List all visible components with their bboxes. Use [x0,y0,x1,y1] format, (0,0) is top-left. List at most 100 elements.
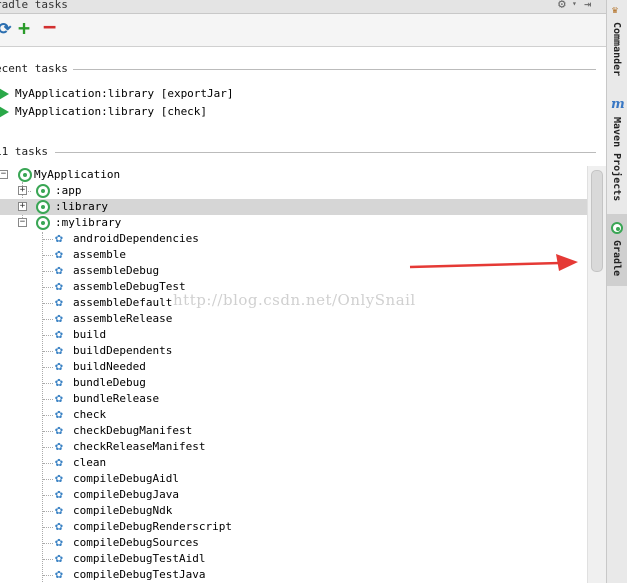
tree-task-item[interactable]: ✿ compileDebugRenderscript [0,519,587,535]
commander-icon: ♛ [612,5,619,16]
gradle-toolbar: ⟳ + − [0,14,606,47]
gradle-icon [36,216,50,230]
collapse-toggle[interactable]: − [18,218,27,227]
gradle-icon [18,168,32,182]
tree-task-item[interactable]: ✿ build [0,327,587,343]
tree-module-app[interactable]: + :app [0,183,587,199]
task-gear-icon: ✿ [55,391,63,406]
task-label: compileDebugRenderscript [73,520,232,533]
task-label: clean [73,456,107,469]
task-gear-icon: ✿ [55,279,63,294]
tab-commander[interactable]: ♛ Commander [607,0,627,90]
task-gear-icon: ✿ [55,487,63,502]
gradle-icon [36,200,50,214]
task-label: buildDependents [73,344,173,357]
vertical-scrollbar[interactable] [587,166,607,583]
tree-task-item[interactable]: ✿ checkReleaseManifest [0,439,587,455]
task-label: compileDebugAidl [73,472,179,485]
tree-task-item[interactable]: ✿ compileDebugSources [0,535,587,551]
tool-window-titlebar: radle tasks ⚙ ▾ ⇥ [0,0,606,14]
tree-task-item[interactable]: ✿ assembleRelease [0,311,587,327]
tree-task-item[interactable]: ✿ compileDebugTestAidl [0,551,587,567]
annotation-arrow [409,254,578,271]
tree-node-label: MyApplication [34,168,121,181]
gear-icon[interactable]: ⚙ [558,0,566,12]
tree-task-item[interactable]: ✿ compileDebugTestJava [0,567,587,583]
all-tasks-header: 11 tasks [0,145,596,159]
tree-task-item[interactable]: ✿ bundleRelease [0,391,587,407]
tree-task-item[interactable]: ✿ check [0,407,587,423]
expand-toggle[interactable]: + [18,202,27,211]
gradle-icon [611,222,623,234]
task-label: check [73,408,107,421]
task-gear-icon: ✿ [55,247,63,262]
refresh-icon[interactable]: ⟳ [0,19,11,38]
maven-icon: m [611,97,625,112]
tab-label: Maven Projects [611,117,622,202]
task-label: assemble [73,248,126,261]
add-project-icon[interactable]: + [18,16,30,40]
task-label: assembleDebug [73,264,160,277]
scrollbar-thumb[interactable] [591,170,603,272]
task-gear-icon: ✿ [55,295,63,310]
gradle-icon [36,184,50,198]
task-gear-icon: ✿ [55,327,63,342]
tree-node-label: :library [55,200,108,213]
tree-node-label: :mylibrary [55,216,122,229]
task-label: buildNeeded [73,360,146,373]
tree-module-mylibrary[interactable]: − :mylibrary [0,215,587,231]
task-label: bundleDebug [73,376,146,389]
tree-task-item[interactable]: ✿ compileDebugJava [0,487,587,503]
task-label: assembleDefault [73,296,173,309]
task-label: build [73,328,107,341]
tree-module-library[interactable]: + :library [0,199,587,215]
tree-task-item[interactable]: ✿ androidDependencies [0,231,587,247]
tree-task-item[interactable]: ✿ checkDebugManifest [0,423,587,439]
task-label: compileDebugJava [73,488,179,501]
tool-window-side-strip: ♛ Commander m Maven Projects Gradle [606,0,627,583]
task-gear-icon: ✿ [55,455,63,470]
chevron-down-icon[interactable]: ▾ [572,0,577,8]
task-gear-icon: ✿ [55,311,63,326]
task-label: assembleRelease [73,312,173,325]
recent-task-label: MyApplication:library [exportJar] [15,87,234,100]
task-gear-icon: ✿ [55,519,63,534]
task-gear-icon: ✿ [55,263,63,278]
task-gear-icon: ✿ [55,551,63,566]
tree-root-myapplication[interactable]: − MyApplication [0,167,587,183]
hide-panel-icon[interactable]: ⇥ [584,0,591,11]
tool-window-title: radle tasks [0,0,68,11]
tree-task-item[interactable]: ✿ buildDependents [0,343,587,359]
task-label: compileDebugNdk [73,504,173,517]
task-label: checkReleaseManifest [73,440,206,453]
task-label: compileDebugSources [73,536,199,549]
tab-label: Gradle [611,240,622,277]
play-icon [0,87,9,101]
play-icon [0,105,9,119]
task-label: compileDebugTestJava [73,568,206,581]
task-gear-icon: ✿ [55,439,63,454]
watermark-text: http://blog.csdn.net/OnlySnail [173,291,416,309]
tree-task-item[interactable]: ✿ clean [0,455,587,471]
task-label: checkDebugManifest [73,424,193,437]
recent-task-item[interactable]: MyApplication:library [check] [0,104,400,120]
tab-label: Commander [611,22,622,77]
task-gear-icon: ✿ [55,423,63,438]
recent-task-item[interactable]: MyApplication:library [exportJar] [0,86,400,102]
tree-task-item[interactable]: ✿ compileDebugAidl [0,471,587,487]
task-label: bundleRelease [73,392,160,405]
remove-project-icon[interactable]: − [43,15,56,40]
task-gear-icon: ✿ [55,359,63,374]
tree-task-item[interactable]: ✿ buildNeeded [0,359,587,375]
tree-node-label: :app [55,184,82,197]
tree-task-item[interactable]: ✿ compileDebugNdk [0,503,587,519]
task-gear-icon: ✿ [55,471,63,486]
task-gear-icon: ✿ [55,407,63,422]
tab-gradle[interactable]: Gradle [607,214,627,286]
tab-maven-projects[interactable]: m Maven Projects [607,95,627,210]
task-tree: − MyApplication + :app + :library − :myl… [0,166,587,583]
collapse-toggle[interactable]: − [0,170,8,179]
task-gear-icon: ✿ [55,503,63,518]
tree-task-item[interactable]: ✿ bundleDebug [0,375,587,391]
expand-toggle[interactable]: + [18,186,27,195]
